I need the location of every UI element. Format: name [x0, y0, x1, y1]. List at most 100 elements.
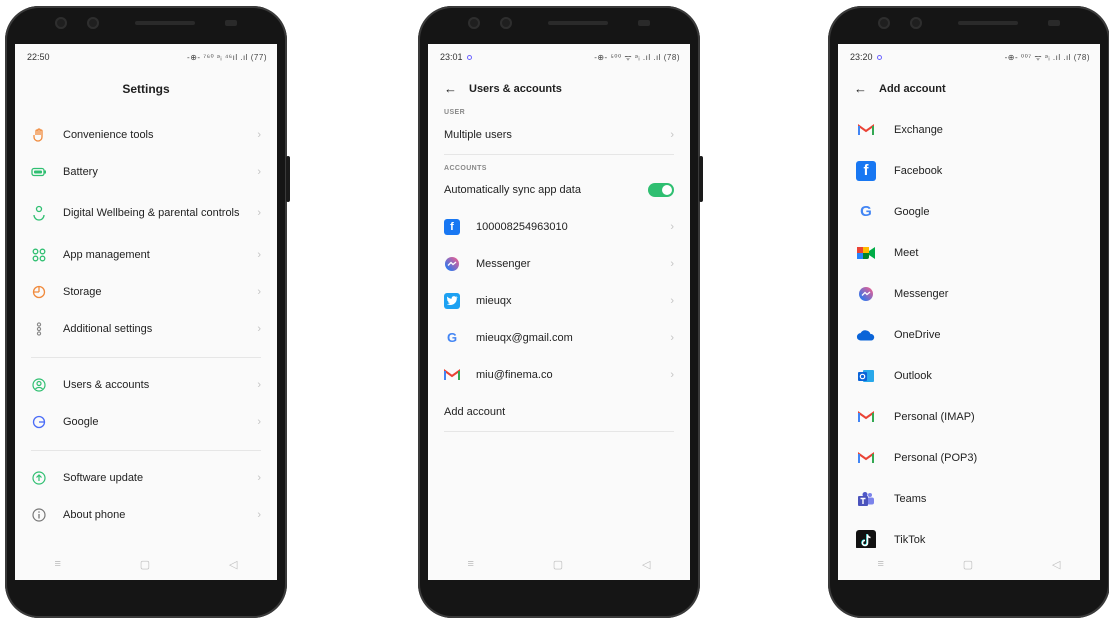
chevron-right-icon: ›: [257, 322, 261, 335]
phone-users-accounts: 23:01 -⊕- ⁵⁰⁰ ᯤ ᵊᵢ .ıl .ıl (78) ← Users …: [418, 6, 703, 618]
home-nav-button[interactable]: ▢: [963, 558, 973, 571]
settings-item-additional-settings[interactable]: Additional settings ›: [15, 310, 277, 347]
item-label: Messenger: [476, 257, 531, 270]
settings-item-storage[interactable]: Storage ›: [15, 273, 277, 310]
item-label: mieuqx: [476, 294, 512, 307]
menu-nav-button[interactable]: ≡: [467, 558, 473, 570]
status-time: 23:20: [850, 52, 873, 62]
status-time: 23:01: [440, 52, 463, 62]
screen: 23:20 -⊕- ⁰⁰⁷ ᯤ ᵊᵢ .ıl .ıl (78) ← Add ac…: [838, 44, 1100, 580]
screen: 23:01 -⊕- ⁵⁰⁰ ᯤ ᵊᵢ .ıl .ıl (78) ← Users …: [428, 44, 690, 580]
home-nav-button[interactable]: ▢: [140, 558, 150, 571]
info-icon: [31, 507, 47, 522]
google-icon: [31, 415, 47, 429]
twitter-icon: [444, 292, 460, 309]
chevron-right-icon: ›: [257, 285, 261, 298]
sensor: [638, 20, 650, 26]
chevron-right-icon: ›: [257, 415, 261, 428]
multiple-users-item[interactable]: Multiple users ›: [428, 116, 690, 154]
notification-dot-icon: [466, 54, 472, 60]
storage-icon: [31, 285, 47, 299]
item-label: Teams: [894, 492, 927, 505]
account-type-google[interactable]: G Google: [838, 191, 1100, 232]
home-nav-button[interactable]: ▢: [553, 558, 563, 571]
status-icons: -⊕- ⁰⁰⁷ ᯤ ᵊᵢ .ıl .ıl (78): [1004, 52, 1090, 62]
settings-item-battery[interactable]: Battery ›: [15, 153, 277, 190]
account-item-messenger[interactable]: Messenger ›: [428, 245, 690, 282]
teams-icon: [856, 491, 876, 507]
chevron-right-icon: ›: [670, 220, 674, 233]
item-label: Messenger: [894, 287, 949, 300]
front-camera: [878, 17, 890, 29]
front-camera: [468, 17, 480, 29]
section-label-accounts: ACCOUNTS: [444, 165, 487, 172]
item-label: 100008254963010: [476, 220, 568, 233]
phone-top-bezel: [5, 6, 287, 44]
item-label: Storage: [63, 285, 102, 298]
status-time: 22:50: [27, 52, 50, 62]
back-nav-button[interactable]: ◁: [1052, 558, 1060, 571]
front-camera: [55, 17, 67, 29]
add-account-button[interactable]: Add account: [428, 393, 690, 431]
item-label: mieuqx@gmail.com: [476, 331, 573, 344]
account-type-teams[interactable]: Teams: [838, 478, 1100, 519]
battery-icon: [31, 167, 47, 177]
account-type-personal-imap[interactable]: Personal (IMAP): [838, 396, 1100, 437]
back-arrow-icon[interactable]: ←: [854, 82, 867, 95]
front-camera-2: [87, 17, 99, 29]
settings-item-google[interactable]: Google ›: [15, 403, 277, 440]
item-label: Facebook: [894, 164, 943, 177]
account-type-onedrive[interactable]: OneDrive: [838, 314, 1100, 355]
page-title: Settings: [122, 82, 170, 96]
item-label: Software update: [63, 471, 144, 484]
section-label-user: USER: [444, 109, 466, 116]
settings-item-convenience-tools[interactable]: Convenience tools ›: [15, 116, 277, 153]
facebook-icon: f: [444, 218, 460, 235]
back-arrow-icon[interactable]: ←: [444, 82, 457, 95]
menu-nav-button[interactable]: ≡: [54, 558, 60, 570]
account-type-meet[interactable]: Meet: [838, 232, 1100, 273]
facebook-icon: f: [856, 160, 876, 181]
item-label: App management: [63, 248, 150, 261]
gmail-icon: [856, 451, 876, 464]
item-label: Convenience tools: [63, 128, 154, 141]
item-label: Battery: [63, 165, 98, 178]
item-label: Automatically sync app data: [444, 184, 581, 196]
sensor: [1048, 20, 1060, 26]
auto-sync-item[interactable]: Automatically sync app data: [428, 172, 690, 208]
account-item-facebook[interactable]: f 100008254963010 ›: [428, 208, 690, 245]
back-nav-button[interactable]: ◁: [642, 558, 650, 571]
onedrive-icon: [856, 328, 876, 342]
earpiece: [548, 21, 608, 25]
account-type-facebook[interactable]: f Facebook: [838, 150, 1100, 191]
settings-item-digital-wellbeing[interactable]: Digital Wellbeing & parental controls ›: [15, 190, 277, 236]
settings-item-about-phone[interactable]: About phone ›: [15, 496, 277, 533]
item-label: miu@finema.co: [476, 368, 553, 381]
update-icon: [31, 470, 47, 485]
chevron-right-icon: ›: [257, 248, 261, 261]
chevron-right-icon: ›: [257, 165, 261, 178]
settings-item-app-management[interactable]: App management ›: [15, 236, 277, 273]
gmail-icon: [444, 368, 460, 381]
divider: [444, 154, 674, 155]
account-item-google[interactable]: G mieuqx@gmail.com ›: [428, 319, 690, 356]
account-type-personal-pop3[interactable]: Personal (POP3): [838, 437, 1100, 478]
user-icon: [31, 377, 47, 392]
item-label: Google: [63, 415, 99, 428]
account-type-messenger[interactable]: Messenger: [838, 273, 1100, 314]
status-icons: -⊕- ⁵⁰⁰ ᯤ ᵊᵢ .ıl .ıl (78): [594, 52, 680, 62]
google-icon: G: [446, 330, 458, 345]
account-type-exchange[interactable]: Exchange: [838, 109, 1100, 150]
chevron-right-icon: ›: [670, 294, 674, 307]
item-label: Google: [894, 205, 930, 218]
account-type-outlook[interactable]: Outlook: [838, 355, 1100, 396]
settings-item-users-accounts[interactable]: Users & accounts ›: [15, 366, 277, 403]
auto-sync-toggle[interactable]: [648, 183, 674, 197]
divider: [31, 357, 261, 358]
settings-item-software-update[interactable]: Software update ›: [15, 459, 277, 496]
account-item-twitter[interactable]: mieuqx ›: [428, 282, 690, 319]
chevron-right-icon: ›: [257, 128, 261, 141]
account-item-gmail[interactable]: miu@finema.co ›: [428, 356, 690, 393]
menu-nav-button[interactable]: ≡: [877, 558, 883, 570]
back-nav-button[interactable]: ◁: [229, 558, 237, 571]
